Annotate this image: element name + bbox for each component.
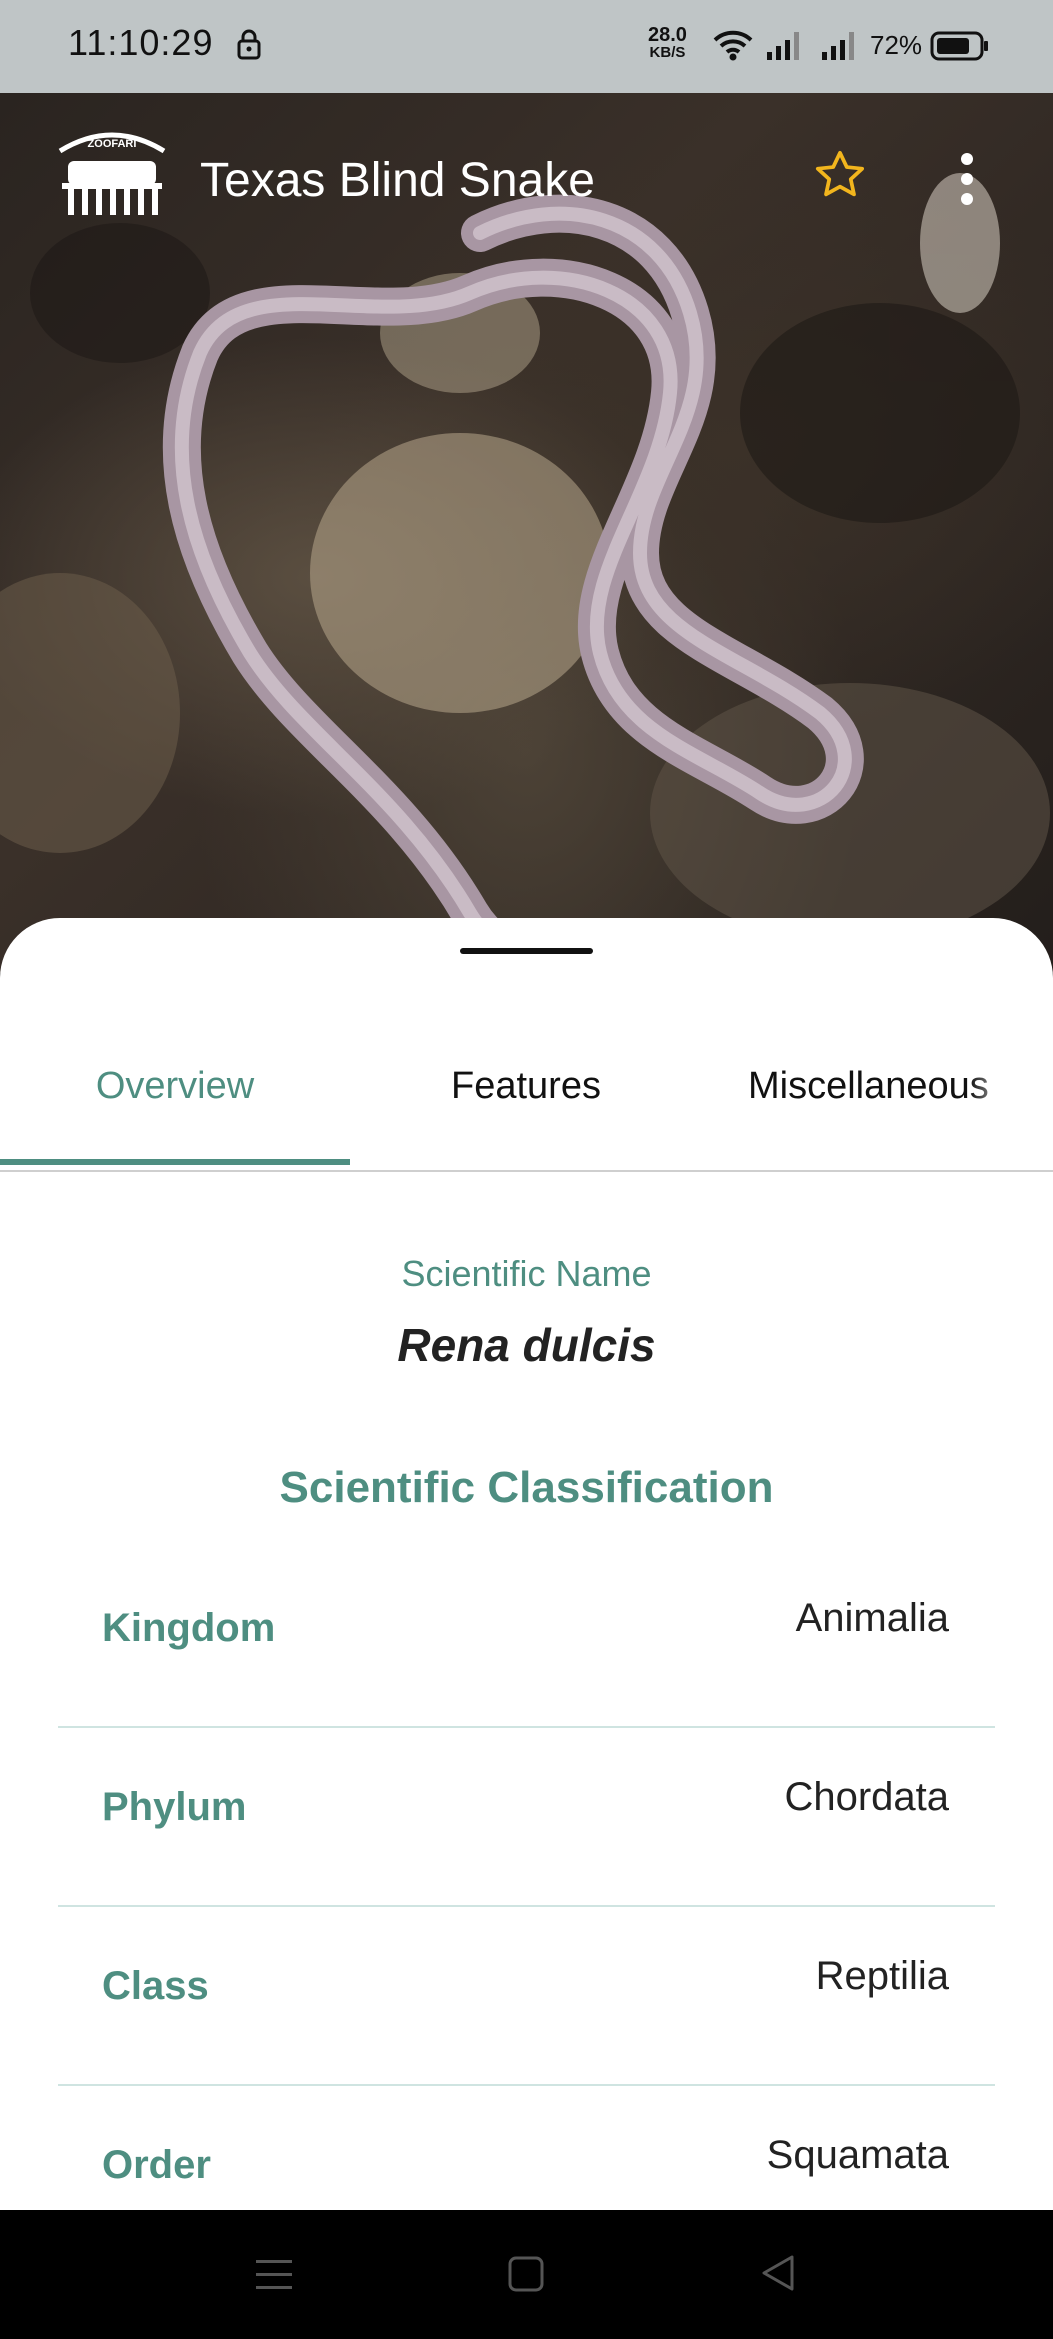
signal-icon <box>765 28 805 67</box>
signal-icon <box>820 28 860 67</box>
battery-percent: 72% <box>870 30 923 60</box>
page-title: Texas Blind Snake <box>200 154 595 207</box>
classification-value: Chordata <box>784 1775 949 1819</box>
tab-indicator <box>0 1159 350 1165</box>
sheet-drag-handle[interactable] <box>460 948 593 954</box>
more-options-icon[interactable] <box>955 149 979 214</box>
classification-value: Animalia <box>795 1596 949 1640</box>
classification-row: Kingdom Animalia <box>58 1548 995 1728</box>
network-speed-value: 28.0 <box>648 24 687 46</box>
tab-overview[interactable]: Overview <box>0 1038 350 1170</box>
back-icon[interactable] <box>760 2254 796 2297</box>
system-nav-bar <box>0 2210 1053 2339</box>
classification-title: Scientific Classification <box>279 1463 774 1512</box>
classification-value: Squamata <box>766 2133 949 2177</box>
classification-rank: Kingdom <box>102 1606 276 1650</box>
classification-rank: Order <box>102 2143 211 2187</box>
zoofari-logo: ZOOFARI <box>48 121 176 226</box>
network-speed: 28.0 KB/S <box>648 24 687 62</box>
classification-value: Reptilia <box>815 1954 949 1998</box>
home-icon[interactable] <box>508 2256 544 2297</box>
classification-rank: Class <box>102 1964 209 2008</box>
tab-bar: Overview Features Miscellaneous <box>0 1038 1053 1172</box>
recent-apps-icon[interactable] <box>256 2258 292 2297</box>
network-speed-unit: KB/S <box>649 44 686 61</box>
classification-rank: Phylum <box>102 1785 247 1829</box>
status-time: 11:10:29 <box>68 22 214 63</box>
favorite-star-icon[interactable] <box>812 147 868 208</box>
status-bar: 11:10:29 28.0 KB/S 72% <box>0 0 1053 93</box>
details-sheet: Overview Features Miscellaneous Scientif… <box>0 918 1053 2210</box>
classification-row: Class Reptilia <box>58 1906 995 2086</box>
tab-features[interactable]: Features <box>350 1038 702 1170</box>
wifi-icon <box>712 28 754 67</box>
scientific-name-label: Scientific Name <box>401 1253 652 1294</box>
scientific-name: Rena dulcis <box>397 1319 656 1371</box>
lock-icon <box>236 28 262 65</box>
tab-miscellaneous[interactable]: Miscellaneous <box>748 1038 1018 1170</box>
battery-icon <box>930 30 990 67</box>
classification-row: Order Squamata <box>58 2085 995 2210</box>
app-bar: ZOOFARI Texas Blind Snake <box>0 93 1053 273</box>
classification-row: Phylum Chordata <box>58 1727 995 1907</box>
logo-text: ZOOFARI <box>88 138 137 150</box>
